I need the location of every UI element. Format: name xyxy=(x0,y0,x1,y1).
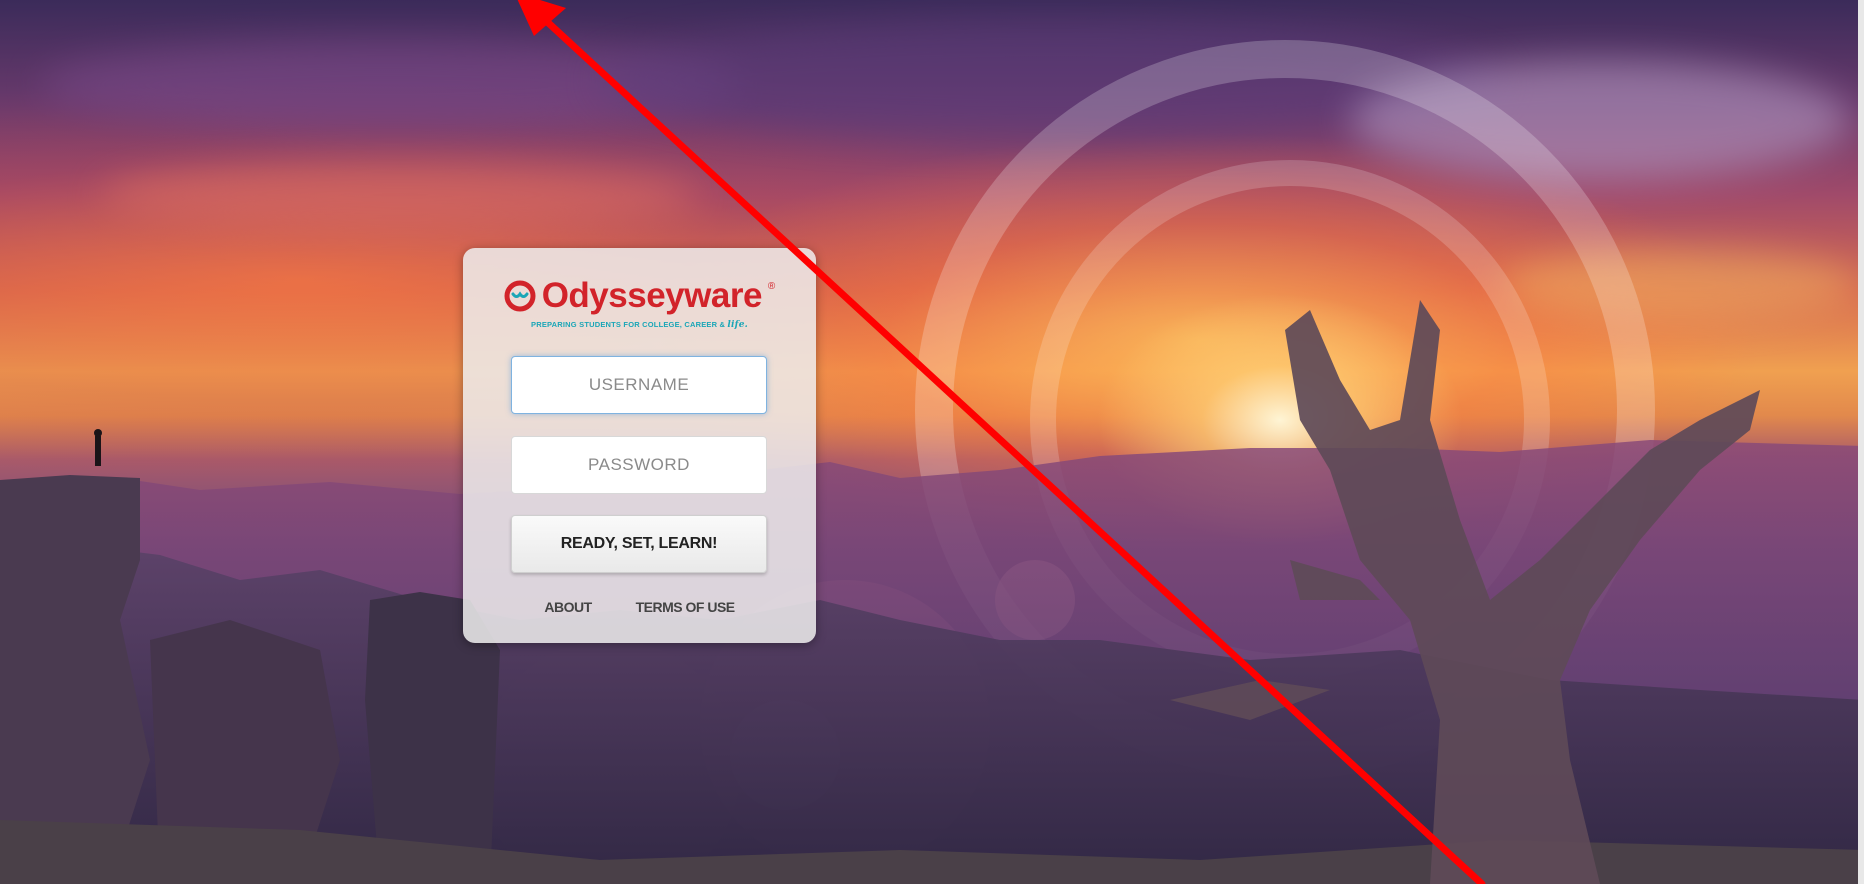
login-button[interactable]: READY, SET, LEARN! xyxy=(511,515,767,573)
tagline-life: life. xyxy=(727,320,748,330)
username-input[interactable] xyxy=(511,356,767,414)
tagline-text: PREPARING STUDENTS FOR COLLEGE, CAREER & xyxy=(531,320,728,329)
brand-tagline: PREPARING STUDENTS FOR COLLEGE, CAREER &… xyxy=(463,320,816,330)
about-link[interactable]: ABOUT xyxy=(544,599,592,615)
login-card: Odysseyware ® PREPARING STUDENTS FOR COLL… xyxy=(463,248,816,643)
brand-logo: Odysseyware ® xyxy=(463,276,816,317)
footer-links: ABOUT TERMS OF USE xyxy=(463,599,816,615)
odysseyware-logo-icon xyxy=(504,280,536,312)
canyon-silhouette xyxy=(0,300,1864,884)
brand-name: Odysseyware xyxy=(541,276,763,315)
login-page: Odysseyware ® PREPARING STUDENTS FOR COLL… xyxy=(0,0,1864,884)
registered-mark: ® xyxy=(767,280,776,292)
terms-of-use-link[interactable]: TERMS OF USE xyxy=(636,599,736,615)
password-input[interactable] xyxy=(511,436,767,494)
page-scrollbar[interactable] xyxy=(1858,0,1864,884)
